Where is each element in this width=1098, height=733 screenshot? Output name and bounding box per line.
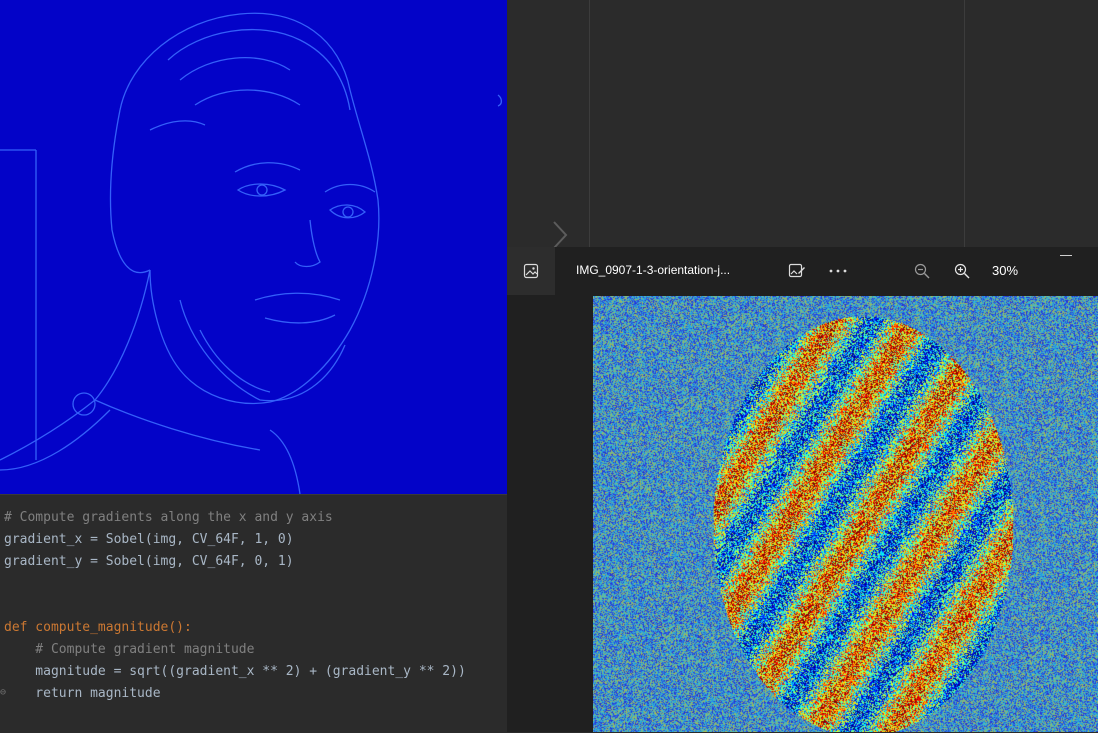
return-statement: return magnitude	[4, 686, 161, 701]
panel-divider	[589, 0, 590, 247]
code-statement: magnitude = sqrt((gradient_x ** 2) + (gr…	[4, 664, 466, 679]
code-statement: gradient_x = Sobel(img, CV_64F, 1, 0)	[4, 532, 294, 547]
def-keyword-line: def compute_magnitude():	[4, 620, 192, 635]
code-line: # Compute gradients along the x and y ax…	[4, 508, 333, 528]
panel-divider	[964, 0, 965, 247]
orientation-noise-canvas	[593, 296, 1098, 732]
image-viewer-window: IMG_0907-1-3-orientation-j... 30%	[507, 247, 1098, 732]
viewer-toolbar: IMG_0907-1-3-orientation-j... 30%	[507, 247, 1098, 295]
edit-image-icon[interactable]	[785, 259, 809, 283]
code-line: return magnitude	[4, 684, 161, 704]
more-options-icon[interactable]	[826, 259, 850, 283]
image-icon[interactable]	[507, 247, 555, 295]
code-comment: # Compute gradients along the x and y ax…	[4, 510, 333, 525]
minimize-icon[interactable]	[1060, 255, 1072, 256]
code-line: magnitude = sqrt((gradient_x ** 2) + (gr…	[4, 662, 466, 682]
dark-editor-panel	[507, 0, 1098, 247]
gradient-magnitude-image	[0, 0, 507, 494]
zoom-out-icon[interactable]	[910, 259, 934, 283]
code-line: def compute_magnitude():	[4, 618, 192, 638]
fold-marker-icon[interactable]: ⊖	[0, 687, 6, 698]
code-comment: # Compute gradient magnitude	[4, 642, 255, 657]
code-statement: gradient_y = Sobel(img, CV_64F, 0, 1)	[4, 554, 294, 569]
code-line: gradient_x = Sobel(img, CV_64F, 1, 0)	[4, 530, 294, 550]
zoom-level[interactable]: 30%	[992, 263, 1018, 278]
gradient-orientation-image	[593, 296, 1098, 732]
code-line: gradient_y = Sobel(img, CV_64F, 0, 1)	[4, 552, 294, 572]
magnitude-edge-drawing	[0, 12, 503, 494]
code-editor[interactable]: # Compute gradients along the x and y ax…	[0, 494, 507, 733]
code-line: # Compute gradient magnitude	[4, 640, 254, 660]
zoom-in-icon[interactable]	[950, 259, 974, 283]
viewer-filename: IMG_0907-1-3-orientation-j...	[576, 263, 731, 277]
